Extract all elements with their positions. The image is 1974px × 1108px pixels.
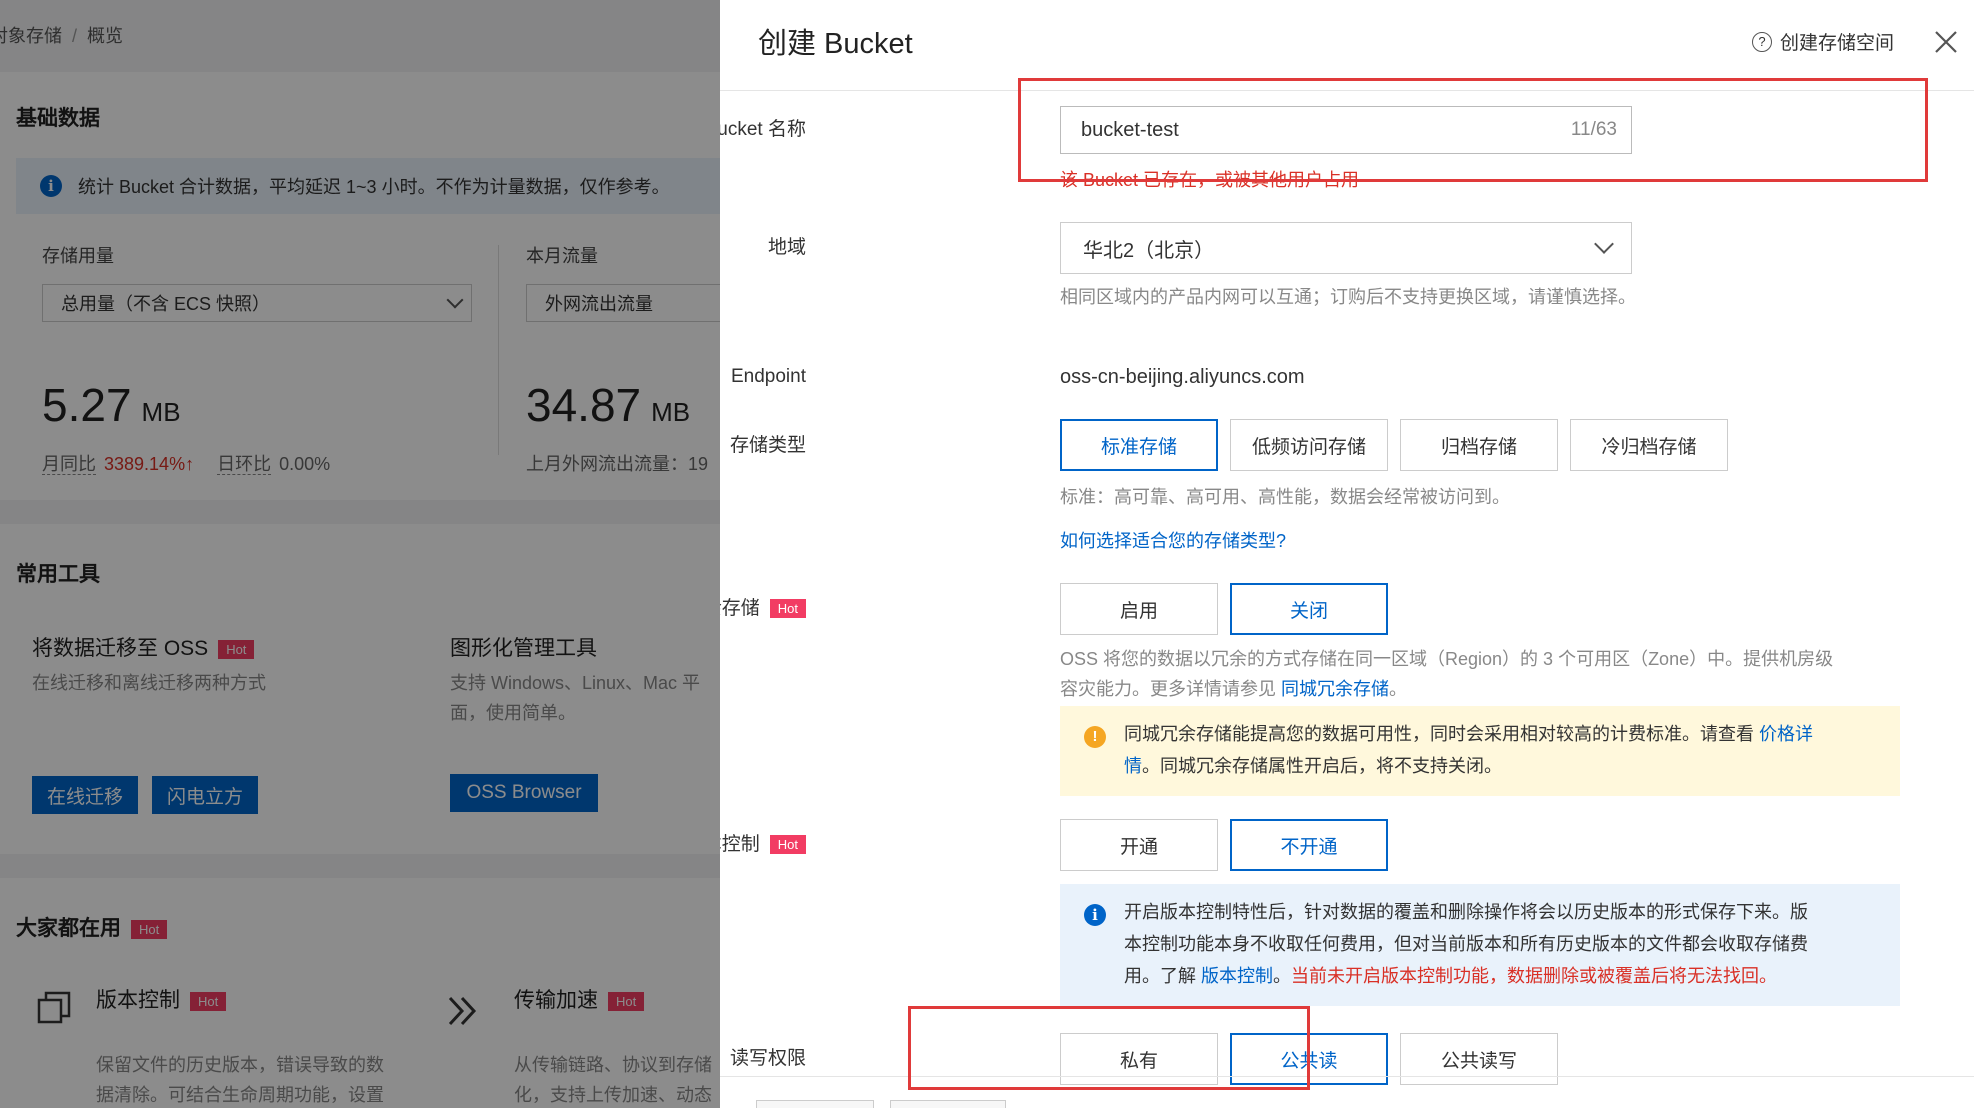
bucket-name-label: Bucket 名称 <box>720 119 806 140</box>
help-link-label: 创建存储空间 <box>1780 33 1895 54</box>
region-select-value: 华北2（北京） <box>1083 239 1215 262</box>
hot-badge: Hot <box>769 835 806 855</box>
storage-class-help-link[interactable]: 如何选择适合您的存储类型? <box>1060 526 1286 556</box>
endpoint-label: Endpoint <box>730 366 806 387</box>
region-label: 地域 <box>767 237 806 258</box>
versioning-info: i 开启版本控制特性后，针对数据的覆盖和删除操作将会以历史版本的形式保存下来。版… <box>1060 884 1900 1006</box>
region-select[interactable]: 华北2（北京） <box>1060 222 1632 274</box>
background-page: 对象存储/概览 基础数据 i 统计 Bucket 合计数据，平均延迟 1~3 小… <box>0 0 720 1108</box>
storage-class-hint: 标准：高可靠、高可用、高性能，数据会经常被访问到。 <box>1060 487 1510 507</box>
close-icon[interactable] <box>1932 28 1960 56</box>
storage-class-label: 存储类型 <box>729 435 806 456</box>
zrs-hint: OSS 将您的数据以冗余的方式存储在同一区域（Region）的 3 个可用区（Z… <box>1060 649 1834 699</box>
zrs-enable-option[interactable]: 启用 <box>1060 583 1218 635</box>
versioning-info-text: 开启版本控制特性后，针对数据的覆盖和删除操作将会以历史版本的形式保存下来。版 本… <box>1124 902 1808 986</box>
versioning-label: 版本控制Hot <box>720 829 806 856</box>
drawer-title: 创建 Bucket <box>758 28 913 60</box>
warning-icon: ! <box>1084 726 1106 748</box>
annotation-box-acl <box>908 1006 1310 1090</box>
endpoint-value: oss-cn-beijing.aliyuncs.com <box>1060 366 1305 388</box>
annotation-box-bucket-name <box>1018 78 1928 182</box>
region-hint: 相同区域内的产品内网可以互通；订购后不支持更换区域，请谨慎选择。 <box>1060 287 1636 307</box>
acl-public-read-write-option[interactable]: 公共读写 <box>1400 1033 1558 1085</box>
pricing-link[interactable]: 价格详 <box>1759 724 1813 744</box>
confirm-button[interactable] <box>756 1100 874 1108</box>
versioning-disable-option[interactable]: 不开通 <box>1230 819 1388 871</box>
versioning-doc-link[interactable]: 版本控制 <box>1201 966 1273 986</box>
hot-badge: Hot <box>769 599 806 619</box>
question-icon: ? <box>1752 31 1772 52</box>
info-icon: i <box>1084 904 1106 926</box>
chevron-down-icon <box>1594 234 1614 254</box>
acl-label: 读写权限 <box>729 1048 806 1069</box>
storage-class-ia[interactable]: 低频访问存储 <box>1230 419 1388 471</box>
zrs-label: 同城冗余存储Hot <box>720 593 806 620</box>
zrs-doc-link[interactable]: 同城冗余存储 <box>1281 679 1389 699</box>
zrs-warning: ! 同城冗余存储能提高您的数据可用性，同时会采用相对较高的计费标准。请查看 价格… <box>1060 706 1900 796</box>
storage-class-cold-archive[interactable]: 冷归档存储 <box>1570 419 1728 471</box>
storage-class-standard[interactable]: 标准存储 <box>1060 419 1218 471</box>
storage-class-archive[interactable]: 归档存储 <box>1400 419 1558 471</box>
help-link[interactable]: ? 创建存储空间 <box>1752 28 1894 55</box>
cancel-button[interactable] <box>890 1100 1006 1108</box>
modal-overlay[interactable] <box>0 0 720 1108</box>
zrs-warning-text: 同城冗余存储能提高您的数据可用性，同时会采用相对较高的计费标准。请查看 价格详情… <box>1124 724 1813 776</box>
versioning-enable-option[interactable]: 开通 <box>1060 819 1218 871</box>
create-bucket-drawer: 创建 Bucket ? 创建存储空间 Bucket 名称 bucket-test… <box>720 0 1974 1108</box>
versioning-warning-text: 当前未开启版本控制功能，数据删除或被覆盖后将无法找回。 <box>1291 966 1778 986</box>
zrs-disable-option[interactable]: 关闭 <box>1230 583 1388 635</box>
